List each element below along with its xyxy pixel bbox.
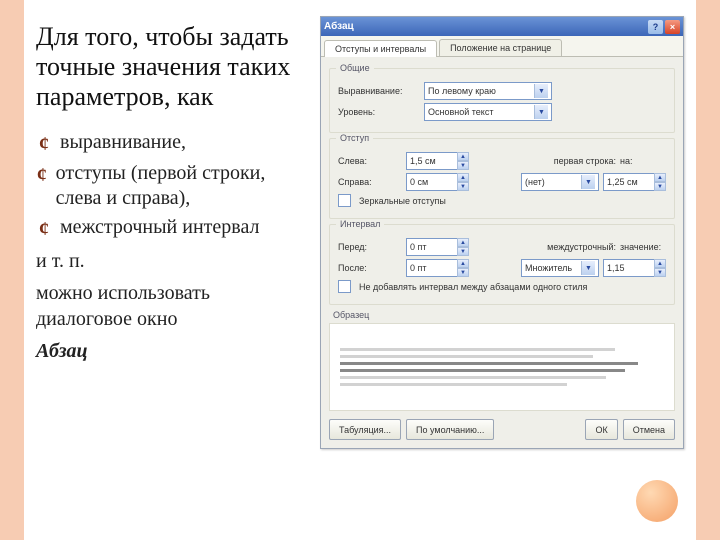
no-space-checkbox[interactable] — [338, 280, 351, 293]
chevron-down-icon: ▼ — [581, 175, 595, 189]
tab-indents[interactable]: Отступы и интервалы — [324, 40, 437, 57]
mirror-indent-checkbox[interactable] — [338, 194, 351, 207]
group-indent: Отступ Слева: 1,5 см▲▼ первая строка: на… — [329, 138, 675, 219]
paragraph-dialog: Абзац ? × Отступы и интервалы Положение … — [320, 16, 684, 449]
line-spacing-select[interactable]: Множитель▼ — [521, 259, 599, 277]
space-after-spin[interactable]: 0 пт▲▼ — [406, 259, 469, 277]
titlebar: Абзац ? × — [321, 17, 683, 36]
help-icon[interactable]: ? — [648, 20, 663, 34]
first-line-select[interactable]: (нет)▼ — [521, 173, 599, 191]
heading: Для того, чтобы задать точные значения т… — [36, 22, 310, 112]
tabs-button[interactable]: Табуляция... — [329, 419, 401, 440]
chevron-down-icon: ▼ — [534, 84, 548, 98]
close-icon[interactable]: × — [665, 20, 680, 34]
default-button[interactable]: По умолчанию... — [406, 419, 494, 440]
group-general: Общие Выравнивание: По левому краю▼ Уров… — [329, 68, 675, 133]
line-spacing-value-spin[interactable]: 1,15▲▼ — [603, 259, 666, 277]
tab-pageflow[interactable]: Положение на странице — [439, 39, 562, 56]
emphasis: Абзац — [36, 338, 310, 364]
space-before-spin[interactable]: 0 пт▲▼ — [406, 238, 469, 256]
first-line-value-spin[interactable]: 1,25 см▲▼ — [603, 173, 666, 191]
indent-left-spin[interactable]: 1,5 см▲▼ — [406, 152, 469, 170]
bullet-item: ¢выравнивание, — [36, 130, 310, 157]
alignment-select[interactable]: По левому краю▼ — [424, 82, 552, 100]
ok-button[interactable]: ОК — [585, 419, 617, 440]
outline-level-select[interactable]: Основной текст▼ — [424, 103, 552, 121]
indent-right-spin[interactable]: 0 см▲▼ — [406, 173, 469, 191]
dialog-title: Абзац — [324, 21, 646, 32]
slide-text: Для того, чтобы задать точные значения т… — [36, 16, 310, 520]
chevron-down-icon: ▼ — [534, 105, 548, 119]
group-spacing: Интервал Перед: 0 пт▲▼ междустрочный: зн… — [329, 224, 675, 305]
decorative-circle — [636, 480, 678, 522]
cancel-button[interactable]: Отмена — [623, 419, 675, 440]
bullet-item: ¢межстрочный интервал — [36, 215, 310, 242]
bullet-item: ¢отступы (первой строки, слева и справа)… — [36, 161, 310, 211]
chevron-down-icon: ▼ — [581, 261, 595, 275]
preview-pane — [329, 323, 675, 411]
